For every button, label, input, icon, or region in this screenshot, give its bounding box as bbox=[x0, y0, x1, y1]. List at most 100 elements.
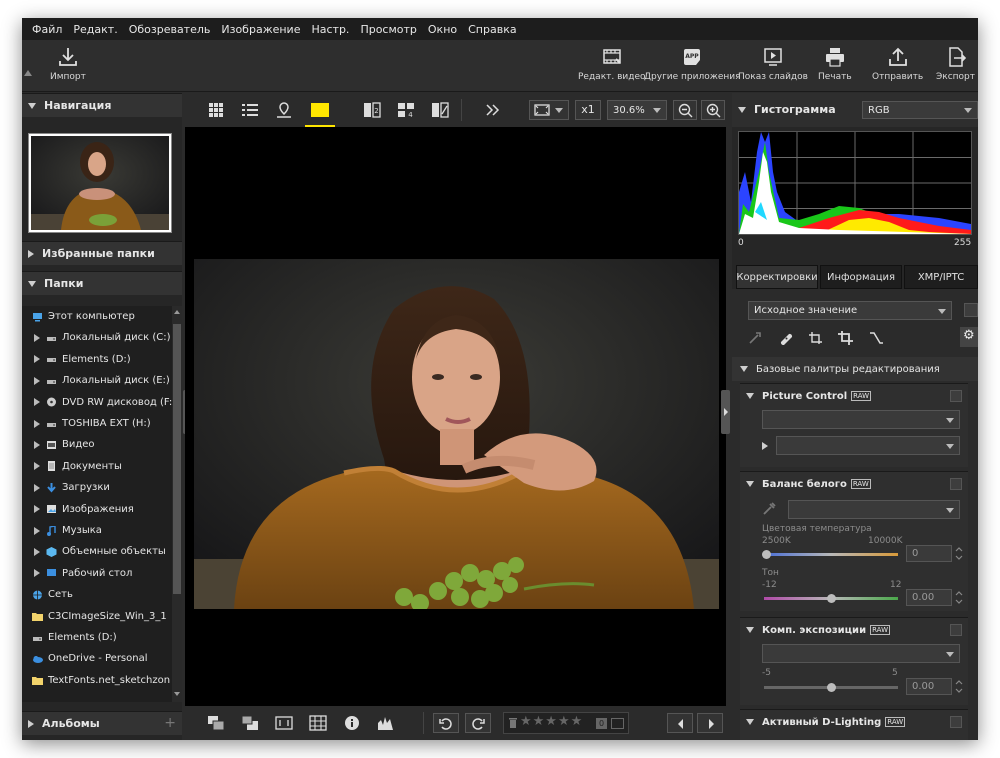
folder-tree-item[interactable]: Elements (D:) bbox=[22, 627, 172, 648]
preset-checkbox[interactable] bbox=[964, 303, 978, 317]
scroll-down-icon[interactable] bbox=[174, 692, 180, 696]
next-image-button[interactable] bbox=[697, 713, 723, 733]
picture-control-sub-dropdown[interactable] bbox=[776, 436, 960, 455]
picture-control-dropdown[interactable] bbox=[762, 410, 960, 429]
tab-xmp-iptc[interactable]: XMP/IPTC bbox=[904, 265, 978, 289]
folders-header[interactable]: Папки bbox=[22, 271, 182, 295]
zoom-mode-button[interactable]: x1 bbox=[575, 100, 601, 120]
rotate-left-button[interactable] bbox=[433, 713, 459, 733]
folder-tree-item[interactable]: Музыка bbox=[22, 520, 172, 541]
white-balance-header[interactable]: Баланс белого RAW bbox=[740, 472, 968, 496]
scrollbar-thumb[interactable] bbox=[173, 324, 181, 594]
before-after-icon[interactable] bbox=[431, 102, 449, 118]
collapsed-arrow-icon[interactable] bbox=[34, 526, 40, 535]
perspective-icon[interactable] bbox=[868, 331, 884, 345]
compare-two-icon[interactable]: 2 bbox=[363, 102, 381, 118]
main-photo[interactable] bbox=[194, 259, 719, 609]
send-button[interactable]: Отправить bbox=[872, 46, 923, 88]
menu-edit[interactable]: Редакт. bbox=[73, 23, 117, 36]
info-icon[interactable] bbox=[343, 715, 361, 731]
folder-tree-item[interactable]: Объемные объекты bbox=[22, 541, 172, 562]
navigation-thumbnail[interactable] bbox=[28, 133, 172, 233]
menu-window[interactable]: Окно bbox=[428, 23, 457, 36]
collapsed-arrow-icon[interactable] bbox=[34, 376, 40, 385]
compare-four-icon[interactable]: 4 bbox=[397, 102, 415, 118]
zoom-out-button[interactable] bbox=[673, 100, 697, 120]
list-view-icon[interactable] bbox=[241, 102, 259, 118]
grid-overlay-icon[interactable] bbox=[309, 715, 327, 731]
map-pin-icon[interactable] bbox=[275, 102, 293, 118]
folder-tree-item[interactable]: C3CImageSize_Win_3_1 bbox=[22, 606, 172, 627]
folder-tree-item[interactable]: Рабочий стол bbox=[22, 563, 172, 584]
eyedropper-icon[interactable] bbox=[762, 502, 778, 516]
menu-image[interactable]: Изображение bbox=[221, 23, 300, 36]
expanded-arrow-icon[interactable] bbox=[738, 107, 746, 113]
folder-tree-item[interactable]: Изображения bbox=[22, 499, 172, 520]
folder-tree-item[interactable]: Видео bbox=[22, 434, 172, 455]
previous-image-button[interactable] bbox=[667, 713, 693, 733]
folder-tree-item[interactable]: Документы bbox=[22, 456, 172, 477]
collapsed-arrow-icon[interactable] bbox=[34, 333, 40, 342]
spin-arrows-icon[interactable] bbox=[954, 589, 964, 606]
exposure-checkbox[interactable] bbox=[950, 624, 962, 636]
edit-video-button[interactable]: Редакт. видео bbox=[578, 46, 646, 88]
rotate-right-button[interactable] bbox=[465, 713, 491, 733]
d-lighting-header[interactable]: Активный D-Lighting RAW bbox=[740, 710, 968, 734]
folder-tree-item[interactable]: Elements (D:) bbox=[22, 349, 172, 370]
menu-file[interactable]: Файл bbox=[32, 23, 62, 36]
collapsed-arrow-icon[interactable] bbox=[34, 483, 40, 492]
menu-help[interactable]: Справка bbox=[468, 23, 516, 36]
retouch-bandage-icon[interactable] bbox=[778, 331, 794, 345]
folder-tree-item[interactable]: TextFonts.net_sketchzon bbox=[22, 670, 172, 691]
histogram-toggle-icon[interactable] bbox=[377, 715, 395, 731]
import-button[interactable]: Импорт bbox=[50, 46, 86, 88]
tab-adjustments[interactable]: Корректировки bbox=[736, 265, 818, 289]
folder-tree-item[interactable]: TOSHIBA EXT (H:) bbox=[22, 413, 172, 434]
exposure-knob[interactable] bbox=[827, 683, 836, 692]
collapsed-arrow-icon[interactable] bbox=[34, 505, 40, 514]
straighten-icon[interactable] bbox=[808, 331, 824, 345]
stack-back-icon[interactable] bbox=[241, 715, 259, 731]
d-lighting-checkbox[interactable] bbox=[950, 716, 962, 728]
collapsed-arrow-icon[interactable] bbox=[762, 442, 768, 450]
basic-palettes-header[interactable]: Базовые палитры редактирования bbox=[732, 357, 978, 381]
tone-knob[interactable] bbox=[827, 594, 836, 603]
collapsed-arrow-icon[interactable] bbox=[34, 569, 40, 578]
collapsed-arrow-icon[interactable] bbox=[34, 440, 40, 449]
preset-dropdown[interactable]: Исходное значение bbox=[748, 301, 952, 320]
fit-screen-dropdown[interactable] bbox=[529, 100, 569, 120]
folder-tree-item[interactable]: Локальный диск (C:) bbox=[22, 327, 172, 348]
histogram-channel-dropdown[interactable]: RGB bbox=[862, 101, 978, 119]
menu-settings[interactable]: Настр. bbox=[311, 23, 349, 36]
protect-icon[interactable] bbox=[611, 718, 624, 729]
folder-tree-item[interactable]: Загрузки bbox=[22, 477, 172, 498]
trash-icon[interactable] bbox=[508, 717, 518, 729]
albums-header[interactable]: Альбомы + bbox=[22, 711, 182, 735]
single-image-view-button[interactable] bbox=[305, 101, 335, 127]
star-rating[interactable]: ★★★★★ bbox=[520, 714, 583, 729]
tone-value[interactable]: 0.00 bbox=[906, 589, 952, 606]
collapsed-arrow-icon[interactable] bbox=[34, 462, 40, 471]
folder-tree-item[interactable]: DVD RW дисковод (F:) bbox=[22, 392, 172, 413]
menu-browser[interactable]: Обозреватель bbox=[129, 23, 211, 36]
color-temp-slider[interactable] bbox=[764, 553, 898, 556]
crop-icon[interactable] bbox=[838, 331, 854, 345]
scroll-up-icon[interactable] bbox=[174, 310, 180, 314]
slideshow-button[interactable]: Показ слайдов bbox=[738, 46, 808, 88]
settings-button[interactable]: ⚙ bbox=[960, 327, 978, 347]
collapsed-arrow-icon[interactable] bbox=[34, 355, 40, 364]
add-album-icon[interactable]: + bbox=[164, 715, 176, 731]
export-button[interactable]: Экспорт bbox=[936, 46, 975, 88]
white-balance-dropdown[interactable] bbox=[788, 500, 960, 519]
exposure-dropdown[interactable] bbox=[762, 644, 960, 663]
exposure-value[interactable]: 0.00 bbox=[906, 678, 952, 695]
tab-information[interactable]: Информация bbox=[820, 265, 902, 289]
folder-tree-item[interactable]: Сеть bbox=[22, 584, 172, 605]
color-temp-value[interactable]: 0 bbox=[906, 545, 952, 562]
print-button[interactable]: Печать bbox=[818, 46, 852, 88]
collapsed-arrow-icon[interactable] bbox=[34, 547, 40, 556]
menu-view[interactable]: Просмотр bbox=[360, 23, 416, 36]
folder-tree-scrollbar[interactable] bbox=[172, 306, 182, 702]
exposure-header[interactable]: Комп. экспозиции RAW bbox=[740, 618, 968, 642]
collapsed-arrow-icon[interactable] bbox=[34, 398, 40, 407]
